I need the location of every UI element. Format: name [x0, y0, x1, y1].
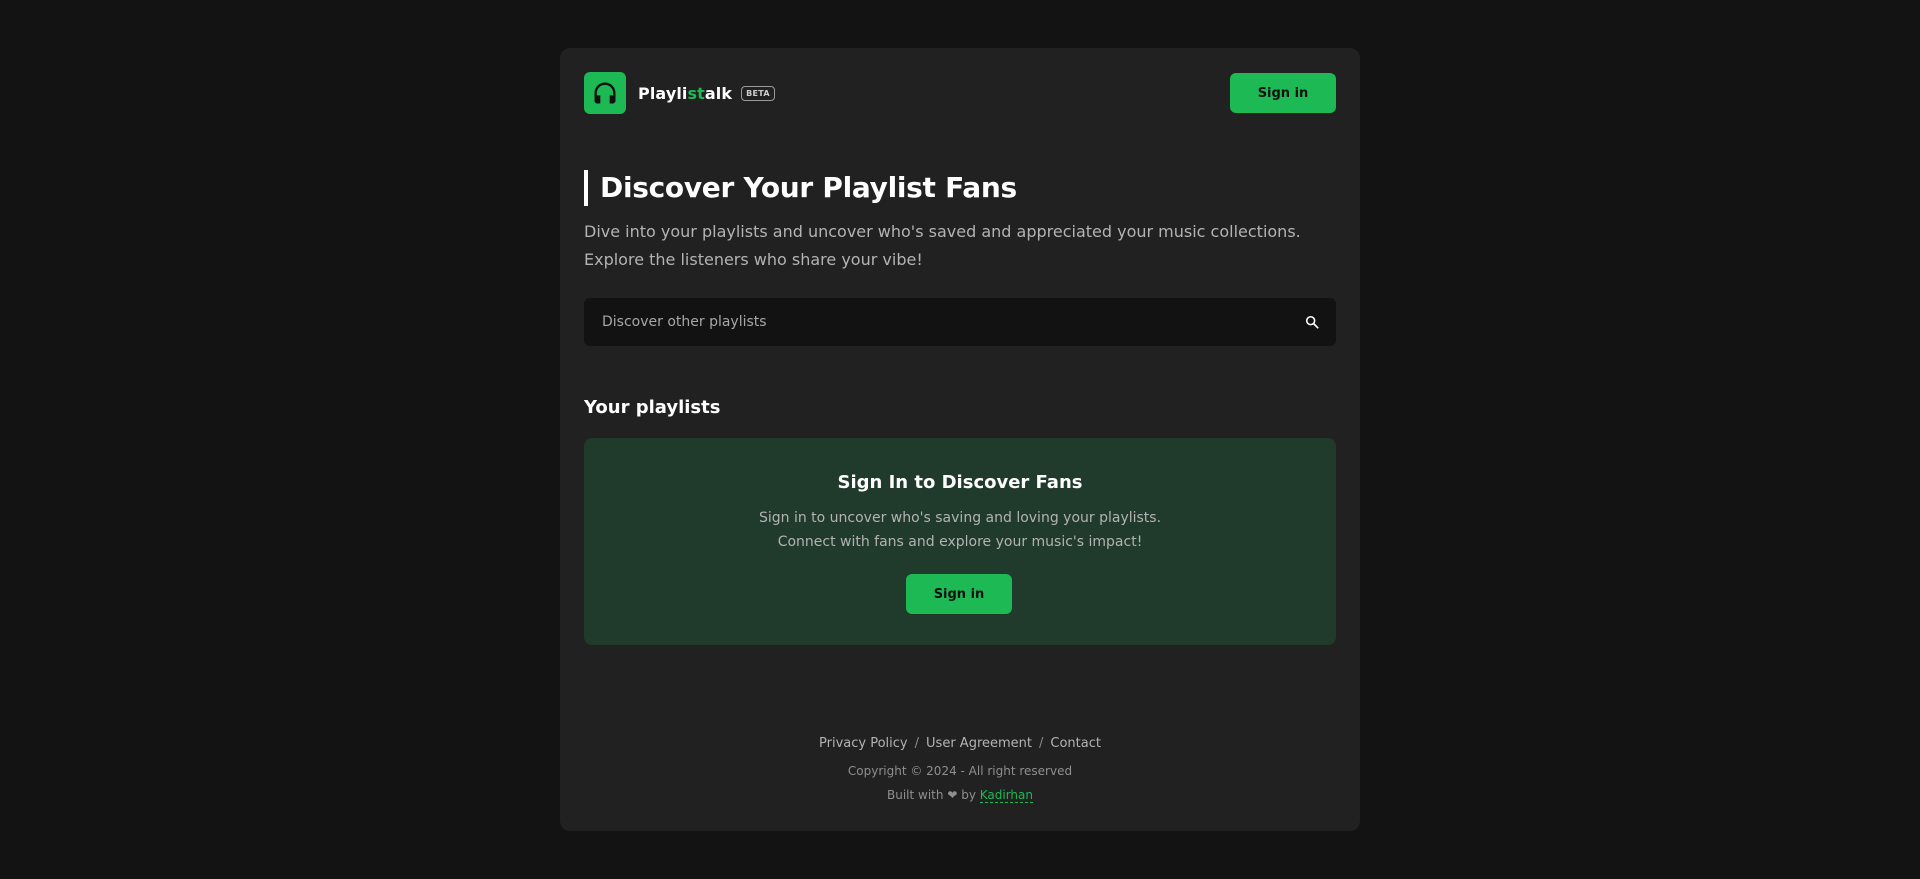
header-sign-in-button[interactable]: Sign in: [1230, 73, 1336, 113]
search-input[interactable]: [600, 313, 1304, 331]
copyright-text: Copyright © 2024 - All right reserved: [847, 764, 1073, 778]
section-title-your-playlists: Your playlists: [584, 397, 721, 418]
footer-link-user-agreement[interactable]: User Agreement: [926, 736, 1032, 751]
brand-name: Playlistalk: [638, 84, 732, 103]
footer-link-privacy-policy[interactable]: Privacy Policy: [819, 736, 908, 751]
sign-in-panel-line-1: Sign in to uncover who's saving and lovi…: [758, 510, 1162, 526]
panel-sign-in-button[interactable]: Sign in: [906, 574, 1012, 614]
sign-in-panel-title: Sign In to Discover Fans: [837, 472, 1083, 493]
sign-in-panel: Sign In to Discover Fans Sign in to unco…: [584, 438, 1336, 645]
sign-in-panel-line-2: Connect with fans and explore your music…: [777, 534, 1143, 550]
beta-badge: BETA: [741, 85, 775, 101]
footer-links: Privacy Policy / User Agreement / Contact: [560, 736, 1360, 751]
footer-link-contact[interactable]: Contact: [1050, 736, 1101, 751]
sign-in-panel-description: Sign in to uncover who's saving and lovi…: [584, 506, 1336, 554]
brand-name-prefix: Playli: [638, 83, 688, 103]
page-description-line-1: Dive into your playlists and uncover who…: [584, 222, 1301, 241]
header: Playlistalk BETA Sign in: [584, 72, 1336, 114]
heart-icon: ❤: [947, 788, 958, 802]
main-card: Playlistalk BETA Sign in Discover Your P…: [560, 48, 1360, 831]
brand[interactable]: Playlistalk BETA: [584, 72, 775, 114]
brand-name-accent: st: [687, 83, 705, 103]
footer-separator: /: [914, 736, 920, 751]
search-icon[interactable]: [1304, 314, 1320, 330]
built-by-text: by: [961, 788, 976, 802]
author-link[interactable]: Kadirhan: [979, 788, 1033, 803]
page-description-line-2: Explore the listeners who share your vib…: [584, 250, 923, 269]
page-title: Discover Your Playlist Fans: [584, 170, 1017, 206]
page-description: Dive into your playlists and uncover who…: [584, 218, 1344, 274]
footer-separator: /: [1039, 736, 1044, 751]
built-with-prefix: Built with: [887, 788, 944, 802]
built-with-text: Built with ❤ by Kadirhan: [560, 788, 1360, 803]
search-bar: [584, 298, 1336, 346]
brand-name-suffix: alk: [704, 83, 733, 103]
headphones-icon: [584, 72, 626, 114]
